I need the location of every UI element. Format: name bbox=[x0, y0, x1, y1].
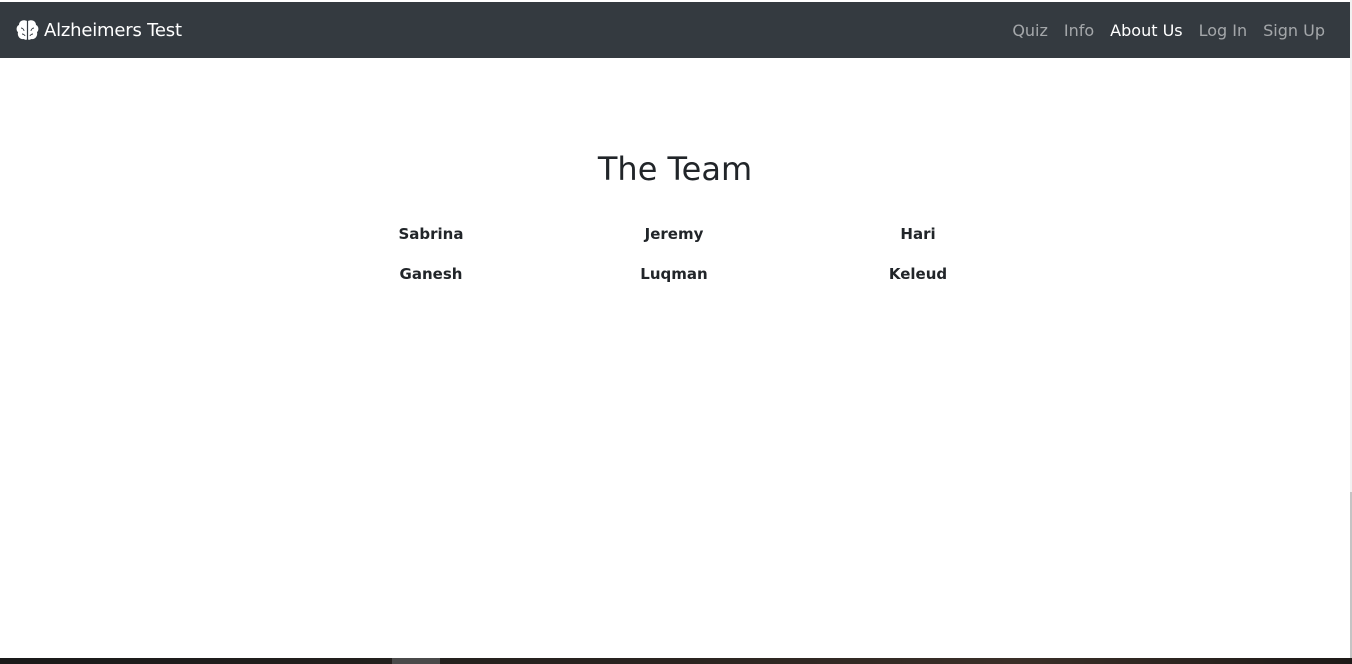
nav-link-info[interactable]: Info bbox=[1064, 21, 1094, 40]
brand-text: Alzheimers Test bbox=[44, 19, 182, 41]
nav-link-log-in[interactable]: Log In bbox=[1199, 21, 1248, 40]
taskbar-item[interactable] bbox=[392, 658, 440, 664]
team-member: Sabrina bbox=[398, 225, 464, 243]
team-member: Luqman bbox=[640, 265, 708, 283]
team-member: Keleud bbox=[888, 265, 948, 283]
brand-link[interactable]: Alzheimers Test bbox=[16, 2, 182, 58]
team-member: Hari bbox=[900, 225, 936, 243]
navbar: Alzheimers Test Quiz Info About Us Log I… bbox=[0, 2, 1350, 58]
nav-links: Quiz Info About Us Log In Sign Up bbox=[1012, 2, 1325, 58]
nav-link-about-us[interactable]: About Us bbox=[1110, 21, 1182, 40]
team-member: Jeremy bbox=[644, 225, 704, 243]
page-title: The Team bbox=[597, 150, 753, 188]
brain-icon bbox=[16, 19, 39, 41]
taskbar-strip bbox=[0, 658, 1352, 664]
nav-link-quiz[interactable]: Quiz bbox=[1012, 21, 1048, 40]
nav-link-sign-up[interactable]: Sign Up bbox=[1263, 21, 1325, 40]
team-member: Ganesh bbox=[399, 265, 463, 283]
